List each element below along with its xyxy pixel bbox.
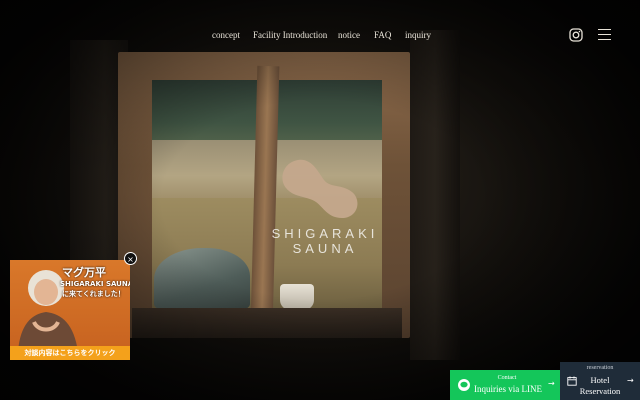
video-cta[interactable]: 対談内容はこちらをクリック xyxy=(10,346,130,360)
video-subtitle: に来てくれました！ xyxy=(62,290,125,298)
nav-link-facility[interactable]: Facility Introduction xyxy=(253,30,327,40)
arrow-right-icon: → xyxy=(548,379,555,388)
hotel-label-line1: Hotel xyxy=(590,375,610,385)
hotel-button-label: Hotel Reservation xyxy=(576,375,624,397)
logo-mark xyxy=(282,159,358,218)
hamburger-menu-icon[interactable] xyxy=(598,28,612,42)
line-button-label: Inquiries via LINE xyxy=(474,384,542,394)
brand-name: SHIGARAKI SAUNA xyxy=(271,226,379,256)
nav-link-inquiry[interactable]: inquiry xyxy=(405,30,431,40)
close-icon[interactable]: × xyxy=(124,252,137,265)
line-button-caption: Contact xyxy=(497,375,517,381)
arrow-right-icon: → xyxy=(627,376,634,385)
nav-link-notice[interactable]: notice xyxy=(338,30,360,40)
instagram-icon[interactable] xyxy=(569,28,583,42)
line-inquiry-button[interactable]: Contact Inquiries via LINE → xyxy=(450,370,560,400)
nav-link-faq[interactable]: FAQ xyxy=(374,30,391,40)
video-title: マグ万平 xyxy=(62,266,106,279)
video-subtitle-brand: SHIGARAKI SAUNA xyxy=(60,280,130,288)
video-popup[interactable]: マグ万平 SHIGARAKI SAUNA に来てくれました！ 対談内容はこちらを… xyxy=(10,260,130,360)
hotel-reservation-button[interactable]: reservation Hotel Reservation → xyxy=(560,362,640,400)
hotel-button-caption: reservation xyxy=(586,365,614,371)
nav-link-concept[interactable]: concept xyxy=(212,30,240,40)
top-navigation: concept Facility Introduction notice FAQ… xyxy=(0,30,640,44)
hotel-label-line2: Reservation xyxy=(579,386,621,396)
